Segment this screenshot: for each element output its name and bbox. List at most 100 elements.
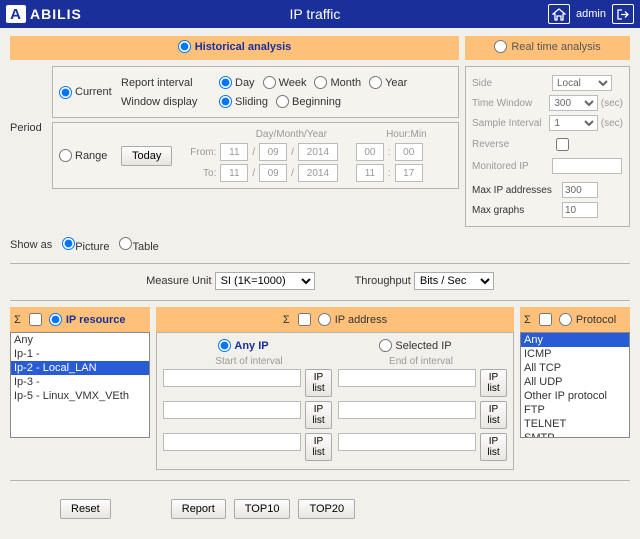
proto-sigma-check[interactable]: [539, 313, 552, 326]
from-month[interactable]: [259, 143, 287, 161]
list-item[interactable]: Ip-5 - Linux_VMX_VEth: [11, 389, 149, 403]
period-label: Period: [10, 122, 46, 134]
start-ip-1[interactable]: [163, 369, 301, 387]
list-item[interactable]: Other IP protocol: [521, 389, 629, 403]
to-min[interactable]: [395, 164, 423, 182]
timewin-select[interactable]: 300: [549, 95, 597, 111]
iplist-btn[interactable]: IP list: [480, 401, 507, 429]
realtime-panel: Side Local Time Window 300(sec) Sample I…: [465, 66, 630, 227]
tab-realtime[interactable]: Real time analysis: [465, 36, 630, 60]
to-label: To:: [180, 168, 216, 179]
ipres-sigma-check[interactable]: [29, 313, 42, 326]
sigma-icon: Σ: [524, 314, 531, 326]
interval-day[interactable]: [219, 76, 232, 89]
ipaddr-label: IP address: [335, 314, 387, 326]
top10-button[interactable]: TOP10: [234, 499, 291, 519]
end-ip-1[interactable]: [338, 369, 476, 387]
report-button[interactable]: Report: [171, 499, 226, 519]
show-picture[interactable]: [62, 237, 75, 250]
range-fieldset: Range Today Day/Month/Year Hour:Min From…: [52, 122, 459, 189]
ipaddr-sigma-check[interactable]: [298, 313, 311, 326]
monitored-ip-input[interactable]: [552, 158, 622, 174]
maxip-input[interactable]: [562, 182, 598, 198]
measure-unit-select[interactable]: SI (1K=1000): [215, 272, 315, 290]
current-label: Current: [75, 86, 112, 98]
logout-icon[interactable]: [612, 4, 634, 24]
admin-label: admin: [576, 8, 606, 20]
measure-unit-label: Measure Unit: [146, 275, 211, 287]
from-year[interactable]: [298, 143, 338, 161]
interval-month[interactable]: [314, 76, 327, 89]
ipres-header: Σ IP resource: [10, 307, 150, 332]
topbar: A ABILIS IP traffic admin: [0, 0, 640, 28]
ipres-radio[interactable]: [49, 313, 62, 326]
ipaddr-radio[interactable]: [318, 313, 331, 326]
list-item[interactable]: All UDP: [521, 375, 629, 389]
window-display-label: Window display: [121, 96, 211, 108]
throughput-select[interactable]: Bits / Sec: [414, 272, 494, 290]
top20-button[interactable]: TOP20: [298, 499, 355, 519]
home-icon[interactable]: [548, 4, 570, 24]
report-interval-label: Report interval: [121, 77, 211, 89]
list-item[interactable]: ICMP: [521, 347, 629, 361]
throughput-label: Throughput: [355, 275, 411, 287]
current-fieldset: Current Report interval Day Week Month Y…: [52, 66, 459, 118]
iplist-btn[interactable]: IP list: [305, 369, 332, 397]
from-label: From:: [180, 147, 216, 158]
list-item[interactable]: SMTP: [521, 431, 629, 438]
to-day[interactable]: [220, 164, 248, 182]
from-min[interactable]: [395, 143, 423, 161]
to-month[interactable]: [259, 164, 287, 182]
logo-icon: A: [6, 5, 26, 23]
maxgraph-input[interactable]: [562, 202, 598, 218]
anyip-radio[interactable]: [218, 339, 231, 352]
iplist-btn[interactable]: IP list: [305, 401, 332, 429]
reverse-checkbox[interactable]: [556, 138, 569, 151]
list-item[interactable]: Any: [521, 333, 629, 347]
current-radio[interactable]: [59, 86, 72, 99]
ipres-label: IP resource: [66, 314, 126, 326]
list-item[interactable]: All TCP: [521, 361, 629, 375]
list-item[interactable]: FTP: [521, 403, 629, 417]
proto-listbox[interactable]: AnyICMPAll TCPAll UDPOther IP protocolFT…: [520, 332, 630, 438]
ipaddr-header: Σ IP address: [156, 307, 514, 332]
window-sliding[interactable]: [219, 95, 232, 108]
end-interval-label: End of interval: [335, 356, 507, 367]
from-hour[interactable]: [356, 143, 384, 161]
start-ip-3[interactable]: [163, 433, 301, 451]
ipres-listbox[interactable]: AnyIp-1 -Ip-2 - Local_LANIp-3 -Ip-5 - Li…: [10, 332, 150, 438]
from-day[interactable]: [220, 143, 248, 161]
side-select[interactable]: Local: [552, 75, 612, 91]
list-item[interactable]: Ip-1 -: [11, 347, 149, 361]
tab-historical[interactable]: Historical analysis: [10, 36, 459, 60]
start-ip-2[interactable]: [163, 401, 301, 419]
list-item[interactable]: Ip-2 - Local_LAN: [11, 361, 149, 375]
selip-radio[interactable]: [379, 339, 392, 352]
end-ip-3[interactable]: [338, 433, 476, 451]
tab-realtime-label: Real time analysis: [511, 41, 600, 53]
to-year[interactable]: [298, 164, 338, 182]
range-radio[interactable]: [59, 149, 72, 162]
list-item[interactable]: Any: [11, 333, 149, 347]
showas-label: Show as: [10, 239, 52, 251]
list-item[interactable]: TELNET: [521, 417, 629, 431]
interval-week[interactable]: [263, 76, 276, 89]
iplist-btn[interactable]: IP list: [480, 369, 507, 397]
today-button[interactable]: Today: [121, 146, 172, 166]
proto-header: Σ Protocol: [520, 307, 630, 332]
interval-year[interactable]: [369, 76, 382, 89]
historical-radio[interactable]: [178, 40, 191, 53]
to-hour[interactable]: [356, 164, 384, 182]
iplist-btn[interactable]: IP list: [480, 433, 507, 461]
end-ip-2[interactable]: [338, 401, 476, 419]
iplist-btn[interactable]: IP list: [305, 433, 332, 461]
realtime-radio[interactable]: [494, 40, 507, 53]
sample-select[interactable]: 1: [549, 115, 597, 131]
list-item[interactable]: Ip-3 -: [11, 375, 149, 389]
reset-button[interactable]: Reset: [60, 499, 111, 519]
window-beginning[interactable]: [276, 95, 289, 108]
proto-radio[interactable]: [559, 313, 572, 326]
date-head-hm: Hour:Min: [366, 129, 446, 140]
show-table[interactable]: [119, 237, 132, 250]
range-label: Range: [75, 150, 107, 162]
